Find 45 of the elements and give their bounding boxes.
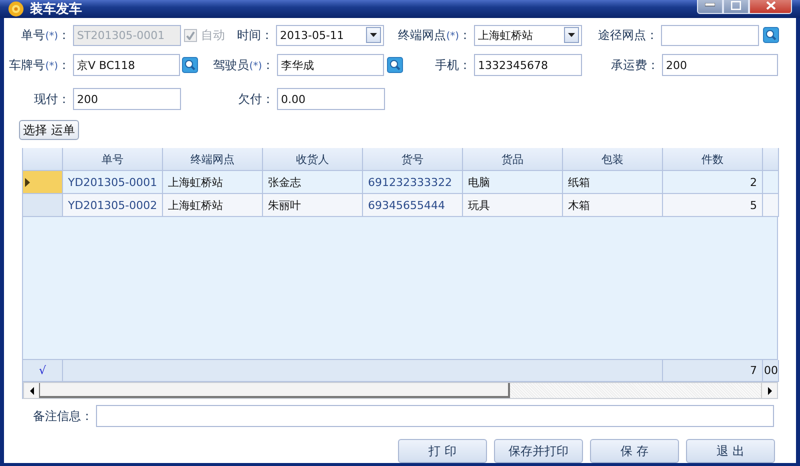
input-field[interactable]: 200	[662, 54, 778, 76]
field-label: 手机：	[434, 56, 472, 74]
search-icon[interactable]	[182, 57, 198, 73]
action-button[interactable]: 退 出	[686, 439, 775, 463]
select-waybill-button[interactable]: 选择 运单	[19, 120, 79, 140]
left-arrow-icon[interactable]	[30, 386, 34, 394]
input-field[interactable]: 李华成	[277, 54, 384, 76]
dropdown-field[interactable]: 2013-05-11	[276, 24, 384, 46]
maximize-button[interactable]	[723, 0, 749, 14]
right-arrow-icon[interactable]	[768, 386, 772, 394]
remark-field[interactable]	[96, 405, 774, 427]
caret-icon	[568, 33, 575, 37]
field-label: 时间：	[236, 26, 274, 44]
minimize-icon	[705, 3, 715, 7]
input-field[interactable]: 0.00	[277, 88, 385, 110]
row-indicator[interactable]	[23, 171, 63, 194]
field-label: 现付：	[33, 90, 71, 108]
maximize-icon	[731, 0, 741, 10]
field-label: 备注信息：	[32, 408, 94, 424]
horizontal-scrollbar[interactable]	[23, 382, 778, 399]
field-label: 车牌号(*)：	[8, 56, 71, 74]
field-label: 承运费：	[610, 56, 660, 74]
window-title: 装车发车	[30, 0, 83, 18]
current-row-icon	[25, 178, 30, 186]
minimize-button[interactable]	[697, 0, 723, 14]
input-field[interactable]: 京V BC118	[73, 54, 180, 76]
checkbox-label: 自动	[201, 26, 225, 44]
action-button[interactable]: 保存并打印	[494, 439, 583, 463]
field-label: 欠付：	[237, 90, 275, 108]
field-label: 终端网点(*)：	[397, 26, 472, 44]
close-button[interactable]	[749, 0, 792, 14]
search-icon[interactable]	[763, 27, 779, 43]
field-label: 驾驶员(*)：	[212, 56, 275, 74]
input-field[interactable]: 1332345678	[474, 54, 582, 76]
input-field[interactable]	[661, 24, 759, 46]
action-button[interactable]: 保 存	[590, 439, 679, 463]
search-icon[interactable]	[387, 57, 403, 73]
field-label: 单号(*)：	[20, 26, 71, 44]
close-icon	[766, 0, 776, 10]
dropdown-field[interactable]: 上海虹桥站	[474, 24, 582, 46]
action-button[interactable]: 打 印	[398, 439, 487, 463]
field-label: 途径网点：	[597, 26, 659, 44]
input-field[interactable]: 200	[73, 88, 181, 110]
caret-icon	[370, 33, 377, 37]
app-logo-icon	[8, 1, 24, 17]
